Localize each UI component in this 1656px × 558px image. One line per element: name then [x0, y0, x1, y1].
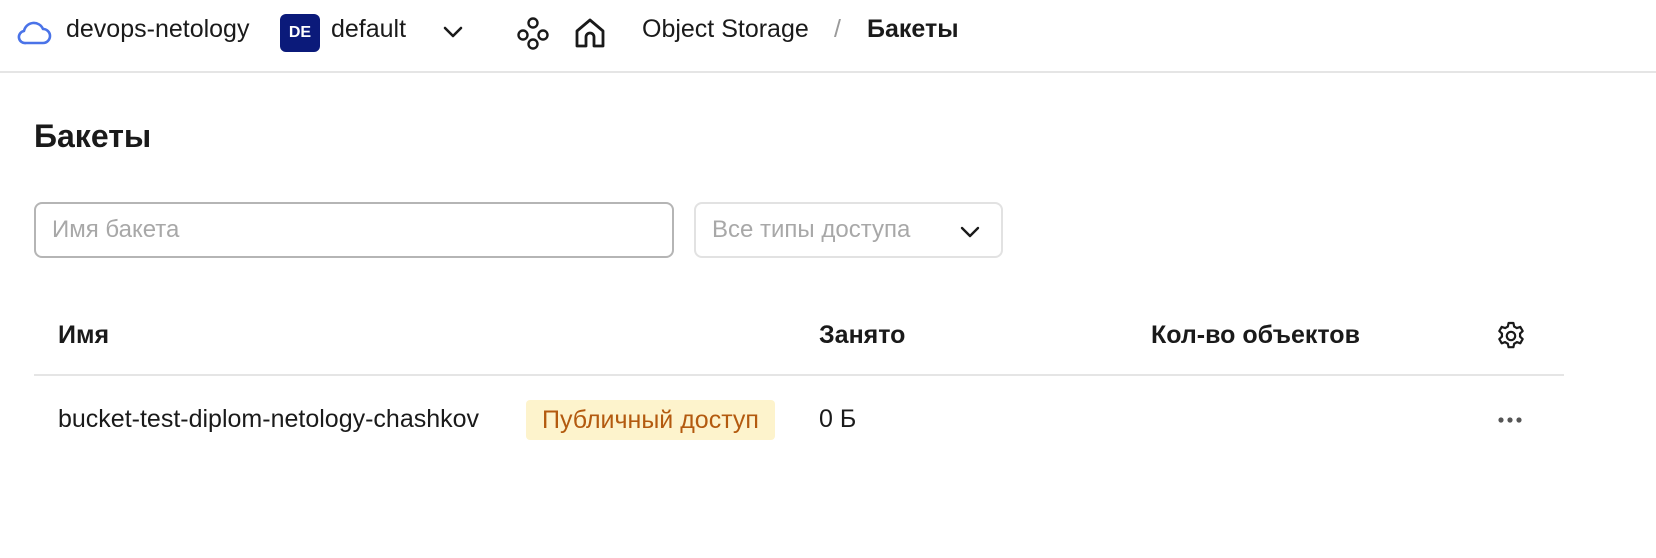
column-header-size[interactable]: Занято: [819, 321, 905, 350]
bucket-name[interactable]: bucket-test-diplom-netology-chashkov: [58, 405, 479, 434]
bucket-search-input[interactable]: [34, 202, 674, 258]
chevron-down-icon: [960, 226, 980, 238]
breadcrumb-separator: /: [834, 15, 841, 43]
gear-icon[interactable]: [1495, 320, 1527, 352]
public-access-badge: Публичный доступ: [526, 400, 775, 440]
bucket-size: 0 Б: [819, 405, 857, 433]
access-type-select-value: Все типы доступа: [712, 216, 911, 243]
more-options-icon[interactable]: [1494, 404, 1526, 436]
breadcrumb-service[interactable]: Object Storage: [642, 15, 809, 44]
cloud-name[interactable]: devops-netology: [66, 15, 249, 44]
chevron-down-icon[interactable]: [440, 20, 466, 44]
column-header-name[interactable]: Имя: [58, 321, 109, 350]
top-bar: devops-netology DE default Object Storag…: [0, 0, 1656, 73]
folder-badge[interactable]: DE: [280, 14, 320, 52]
cloud-icon[interactable]: [16, 17, 52, 47]
access-type-select[interactable]: Все типы доступа: [694, 202, 1003, 258]
home-icon[interactable]: [572, 15, 608, 51]
table-row[interactable]: bucket-test-diplom-netology-chashkov Пуб…: [34, 390, 1564, 450]
page-title: Бакеты: [34, 118, 152, 154]
breadcrumb-current: Бакеты: [867, 15, 959, 43]
column-header-object-count[interactable]: Кол-во объектов: [1151, 321, 1360, 350]
table-header-divider: [34, 374, 1564, 376]
folder-name[interactable]: default: [331, 15, 406, 44]
services-icon[interactable]: [516, 16, 550, 50]
